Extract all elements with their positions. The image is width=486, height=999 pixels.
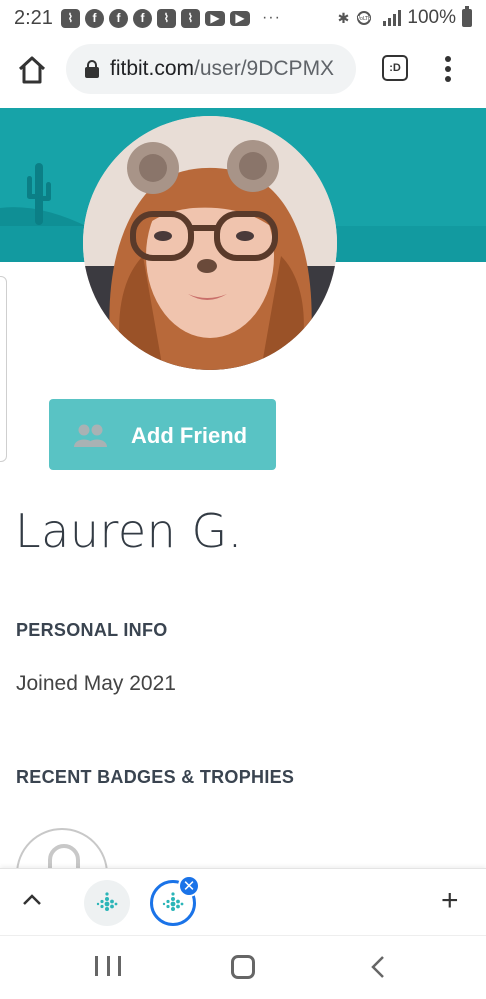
back-icon[interactable] [368,954,388,980]
facebook-icon: f [108,8,128,28]
side-panel-handle[interactable] [0,276,7,462]
nextdoor-icon: ⌇ [60,8,80,28]
home-icon[interactable] [16,54,48,86]
tab-switcher-button[interactable]: :D [382,55,408,81]
joined-date: Joined May 2021 [16,672,176,695]
badges-heading: RECENT BADGES & TROPHIES [16,767,295,787]
more-menu-icon[interactable] [438,54,458,84]
url-path: /user/9DCPMX [194,57,335,80]
system-status: ✱ VoLTE 100% [337,6,472,29]
lock-icon [85,60,99,78]
status-time: 2:21 [14,6,53,29]
volte-icon: VoLTE [357,11,372,25]
url-text: fitbit.com/user/9DCPMX [110,57,334,81]
bluetooth-icon: ✱ [337,9,350,26]
recent-apps-icon[interactable] [95,956,121,978]
battery-percent: 100% [407,7,456,28]
notification-icons: ⌇ f f f ⌇ ⌇ ▶ ▶ [60,8,250,28]
battery-icon [462,6,472,27]
fitbit-icon [162,892,184,911]
more-notifications-icon: ··· [261,9,281,26]
close-tab-icon[interactable]: ✕ [178,875,200,897]
fitbit-icon [96,892,118,911]
add-friend-label: Add Friend [131,423,248,448]
add-friend-button[interactable]: Add Friend [49,399,276,470]
address-bar[interactable]: fitbit.com/user/9DCPMX [66,44,356,94]
browser-tab-strip [0,868,486,935]
facebook-icon: f [132,8,152,28]
personal-info-heading: PERSONAL INFO [16,620,168,640]
system-nav-bar [0,935,486,999]
url-domain: fitbit.com [110,57,195,80]
tab-thumbnail[interactable] [84,880,130,926]
lte-signal-icon [383,10,402,26]
profile-name: Lauren G. [15,504,243,558]
browser-toolbar: fitbit.com/user/9DCPMX :D [0,38,486,100]
nextdoor-icon: ⌇ [156,8,176,28]
new-tab-icon[interactable]: + [441,886,459,916]
svg-text:VoLTE: VoLTE [357,16,371,22]
status-bar: 2:21 ⌇ f f f ⌇ ⌇ ▶ ▶ ··· ✱ VoLTE 100% [0,0,486,36]
facebook-icon: f [84,8,104,28]
chevron-up-icon[interactable] [20,892,44,908]
youtube-icon: ▶ [229,10,250,26]
home-nav-icon[interactable] [231,955,255,979]
profile-photo [83,116,337,370]
avatar [83,116,337,370]
friends-icon [74,424,107,447]
nextdoor-icon: ⌇ [180,8,200,28]
youtube-icon: ▶ [204,10,225,26]
